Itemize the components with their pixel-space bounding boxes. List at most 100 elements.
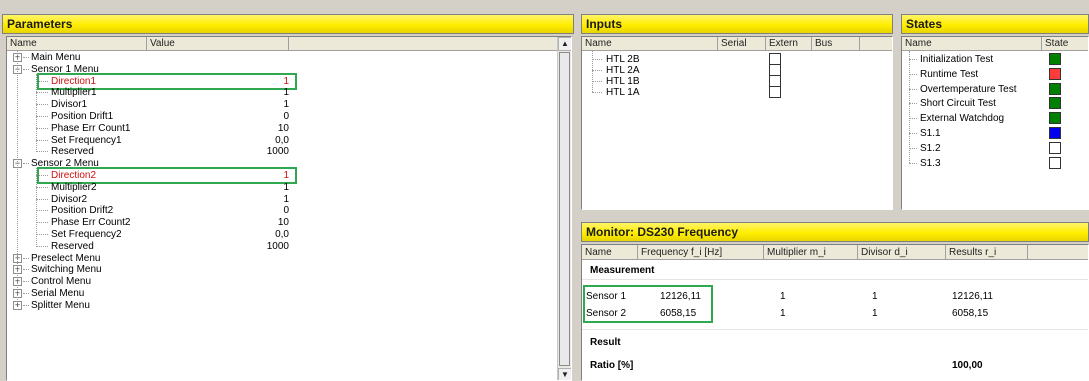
col-header-bus[interactable]: Bus xyxy=(812,37,860,51)
tree-connector xyxy=(909,133,917,134)
state-name: S1.2 xyxy=(920,142,941,154)
param-name: Reserved xyxy=(51,240,94,252)
col-header-frequency[interactable]: Frequency f_i [Hz] xyxy=(638,245,764,260)
monitor-title: Monitor: DS230 Frequency xyxy=(581,222,1089,242)
param-value[interactable]: 0 xyxy=(229,205,289,216)
param-value[interactable]: 1000 xyxy=(229,241,289,252)
param-name: Divisor2 xyxy=(51,193,88,205)
tree-connector xyxy=(909,73,917,75)
tree-connector xyxy=(36,210,48,212)
tree-param-item[interactable]: Reserved 1000 xyxy=(7,241,557,252)
tree-param-item[interactable]: Phase Err Count2 10 xyxy=(7,217,557,228)
tree-param-item[interactable]: Direction2 1 xyxy=(7,167,557,184)
param-name: Phase Err Count1 xyxy=(51,122,131,134)
scroll-down-button[interactable]: ▼ xyxy=(558,368,571,380)
tree-param-item[interactable]: Multiplier2 1 xyxy=(7,182,557,193)
param-value[interactable]: 1 xyxy=(229,194,289,205)
param-value[interactable]: 1 xyxy=(229,182,289,193)
inputs-panel: Inputs Name Serial Extern Bus HTL 2B HTL … xyxy=(581,14,893,210)
param-value[interactable]: 1 xyxy=(229,99,289,110)
tree-connector xyxy=(23,68,29,70)
tree-param-item[interactable]: Set Frequency1 0,0 xyxy=(7,135,557,146)
state-name: S1.3 xyxy=(920,157,941,169)
col-header-name[interactable]: Name xyxy=(7,37,147,51)
scroll-up-button[interactable]: ▲ xyxy=(558,37,571,51)
tree-group-item[interactable]: + Switching Menu xyxy=(7,264,557,275)
tree-connector xyxy=(909,88,917,90)
row-1-multiplier: 1 xyxy=(780,291,786,302)
input-name: HTL 2A xyxy=(606,65,640,76)
input-row[interactable]: HTL 2A xyxy=(582,64,892,76)
monitor-header: Name Frequency f_i [Hz] Multiplier m_i D… xyxy=(582,245,1088,260)
tree-param-item[interactable]: Multiplier1 1 xyxy=(7,87,557,98)
param-value[interactable]: 1 xyxy=(229,87,289,98)
result-label: Result xyxy=(590,337,621,348)
param-value[interactable]: 0,0 xyxy=(229,135,289,146)
state-indicator xyxy=(1049,127,1061,139)
parameters-rows: + Main Menu − Sensor 1 Menu Direction1 1 Multi… xyxy=(7,51,557,380)
tree-param-item[interactable]: Phase Err Count1 10 xyxy=(7,123,557,134)
col-header-name[interactable]: Name xyxy=(582,245,638,260)
col-header-name[interactable]: Name xyxy=(902,37,1042,51)
param-name: Multiplier1 xyxy=(51,87,97,99)
tree-group-item[interactable]: + Serial Menu xyxy=(7,288,557,299)
tree-param-item[interactable]: Divisor2 1 xyxy=(7,194,557,205)
tree-group-item[interactable]: + Splitter Menu xyxy=(7,300,557,311)
col-header-results[interactable]: Results r_i xyxy=(946,245,1028,260)
input-row[interactable]: HTL 2B xyxy=(582,53,892,65)
tree-item-label: Main Menu xyxy=(31,52,81,63)
extern-checkbox[interactable] xyxy=(769,86,781,98)
tree-root-connector xyxy=(592,51,593,92)
param-value[interactable]: 0 xyxy=(229,111,289,122)
param-value[interactable]: 1000 xyxy=(229,146,289,157)
tree-param-item[interactable]: Reserved 1000 xyxy=(7,146,557,157)
param-value[interactable]: 0,0 xyxy=(229,229,289,240)
col-header-name[interactable]: Name xyxy=(582,37,718,51)
parameters-scrollbar[interactable]: ▲ ▼ xyxy=(557,37,571,380)
tree-connector xyxy=(36,139,48,141)
tree-param-item[interactable]: Direction1 1 xyxy=(7,72,557,90)
param-value[interactable]: 10 xyxy=(229,123,289,134)
state-indicator xyxy=(1049,97,1061,110)
state-indicator xyxy=(1049,53,1061,65)
col-header-divisor[interactable]: Divisor d_i xyxy=(858,245,946,260)
tree-connector xyxy=(909,103,917,105)
tree-item-label: Splitter Menu xyxy=(31,299,90,311)
expand-icon[interactable]: + xyxy=(13,300,22,310)
parameters-header: Name Value xyxy=(7,37,571,51)
tree-connector xyxy=(36,104,48,106)
result-divider xyxy=(582,329,1088,330)
input-row[interactable]: HTL 1B xyxy=(582,75,892,87)
tree-group-item[interactable]: + Main Menu xyxy=(7,52,557,63)
tree-param-item[interactable]: Divisor1 1 xyxy=(7,99,557,110)
tree-group-item[interactable]: + Preselect Menu xyxy=(7,253,557,264)
tree-connector xyxy=(36,186,48,188)
col-header-filler xyxy=(289,37,557,51)
row-2-divisor: 1 xyxy=(872,308,878,319)
col-header-extern[interactable]: Extern xyxy=(766,37,812,51)
tree-param-item[interactable]: Position Drift1 0 xyxy=(7,111,557,122)
state-row: S1.2 xyxy=(902,141,1088,154)
col-header-state[interactable]: State xyxy=(1042,37,1088,51)
state-name: External Watchdog xyxy=(920,113,1005,125)
tree-connector xyxy=(23,293,29,294)
state-indicator xyxy=(1049,112,1061,125)
input-row[interactable]: HTL 1A xyxy=(582,86,892,98)
tree-param-item[interactable]: Position Drift2 0 xyxy=(7,205,557,216)
col-header-multiplier[interactable]: Multiplier m_i xyxy=(764,245,858,260)
tree-group-item[interactable]: + Control Menu xyxy=(7,276,557,287)
tree-connector xyxy=(36,127,48,129)
tree-connector xyxy=(909,162,917,164)
col-header-serial[interactable]: Serial xyxy=(718,37,766,51)
tree-connector xyxy=(36,234,48,235)
tree-param-item[interactable]: Set Frequency2 0,0 xyxy=(7,229,557,240)
scroll-thumb[interactable] xyxy=(559,52,570,366)
tree-connector xyxy=(36,198,48,200)
state-row: S1.1 xyxy=(902,127,1088,139)
state-name: S1.1 xyxy=(920,128,941,139)
param-value[interactable]: 10 xyxy=(229,217,289,228)
tree-connector xyxy=(909,59,917,60)
row-2-result: 6058,15 xyxy=(952,308,989,319)
measurement-label: Measurement xyxy=(590,265,655,276)
col-header-value[interactable]: Value xyxy=(147,37,289,51)
